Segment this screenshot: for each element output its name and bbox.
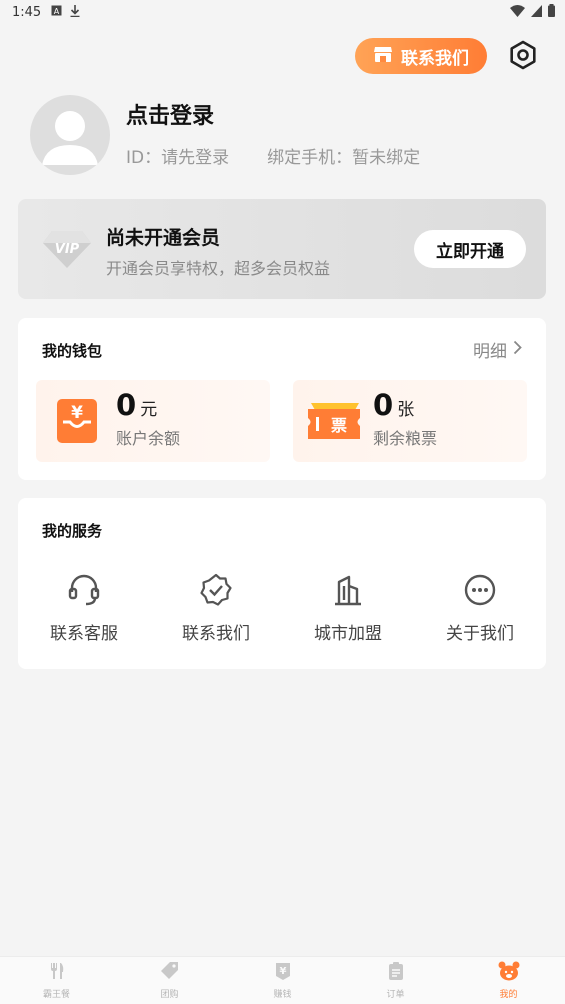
services-card: 我的服务 联系客服 联系我们 城市加盟 关于我们 xyxy=(18,498,546,669)
clipboard-icon xyxy=(386,961,406,985)
chevron-right-icon xyxy=(513,340,522,360)
wallet-detail-label: 明细 xyxy=(473,342,507,362)
status-time: 1:45 xyxy=(12,4,42,20)
balance-value: 0 元 xyxy=(116,388,157,422)
vip-badge-text: VIP xyxy=(55,242,80,257)
wifi-icon xyxy=(510,4,525,21)
store-icon xyxy=(373,45,393,68)
bottom-tab-bar: 霸王餐 团购 ¥ 赚钱 订单 我的 xyxy=(0,956,565,1004)
wallet-detail-link[interactable]: 明细 xyxy=(473,337,522,362)
svg-text:A: A xyxy=(54,7,60,16)
vip-description: 开通会员享特权，超多会员权益 xyxy=(106,259,331,278)
contact-us-button[interactable]: 联系我们 xyxy=(355,38,487,74)
tag-icon xyxy=(160,961,180,985)
tickets-amount: 0 xyxy=(373,388,394,422)
balance-amount: 0 xyxy=(116,388,137,422)
tab-label: 赚钱 xyxy=(273,990,292,1000)
wallet-yen-icon: ¥ xyxy=(56,398,98,448)
vip-title: 尚未开通会员 xyxy=(106,227,221,249)
tab-label: 霸王餐 xyxy=(42,990,70,1000)
yen-symbol: ¥ xyxy=(71,403,83,423)
bear-icon xyxy=(498,961,520,985)
bound-phone-text: 绑定手机：暂未绑定 xyxy=(267,148,421,168)
services-title: 我的服务 xyxy=(42,522,103,540)
services-grid: 联系客服 联系我们 城市加盟 关于我们 xyxy=(18,573,546,644)
service-label: 联系我们 xyxy=(182,624,250,644)
login-title[interactable]: 点击登录 xyxy=(126,98,214,130)
tickets-label: 剩余粮票 xyxy=(373,429,438,448)
more-dots-icon xyxy=(463,573,497,607)
ticket-icon: 票 xyxy=(305,400,363,446)
svg-text:¥: ¥ xyxy=(279,966,286,977)
avatar[interactable] xyxy=(30,95,110,175)
open-vip-button[interactable]: 立即开通 xyxy=(414,230,526,268)
settings-icon[interactable] xyxy=(506,38,540,72)
tab-mine[interactable]: 我的 xyxy=(452,957,565,1004)
download-icon xyxy=(70,4,80,20)
vip-diamond-icon: VIP xyxy=(42,229,92,273)
notification-a-icon: A xyxy=(51,5,62,19)
battery-icon xyxy=(548,4,555,21)
fork-knife-icon xyxy=(47,961,67,985)
tab-label: 订单 xyxy=(386,990,405,1000)
balance-label: 账户余额 xyxy=(116,429,181,448)
signal-icon xyxy=(531,4,542,21)
money-icon: ¥ xyxy=(273,961,293,985)
service-label: 关于我们 xyxy=(446,624,514,644)
tickets-value: 0 张 xyxy=(373,388,414,422)
profile-info: ID：请先登录 绑定手机：暂未绑定 xyxy=(126,143,420,168)
headset-icon xyxy=(67,573,101,607)
verified-badge-icon xyxy=(199,573,233,607)
wallet-card: 我的钱包 明细 ¥ 0 元 账户余额 票 0 张 剩余粮票 xyxy=(18,318,546,480)
user-id-text: ID：请先登录 xyxy=(126,148,230,168)
wallet-title: 我的钱包 xyxy=(42,342,103,360)
tab-earn[interactable]: ¥ 赚钱 xyxy=(226,957,339,1004)
service-city-franchise[interactable]: 城市加盟 xyxy=(282,573,414,644)
service-customer-support[interactable]: 联系客服 xyxy=(18,573,150,644)
balance-unit: 元 xyxy=(140,400,158,420)
tab-label: 我的 xyxy=(499,990,518,1000)
tab-label: 团购 xyxy=(160,990,179,1000)
service-label: 城市加盟 xyxy=(314,624,382,644)
building-icon xyxy=(331,573,365,607)
contact-us-label: 联系我们 xyxy=(401,48,469,69)
status-bar: 1:45 A xyxy=(0,0,565,24)
tab-group-buy[interactable]: 团购 xyxy=(113,957,226,1004)
tab-orders[interactable]: 订单 xyxy=(339,957,452,1004)
service-label: 联系客服 xyxy=(50,624,118,644)
service-about-us[interactable]: 关于我们 xyxy=(414,573,546,644)
balance-box[interactable]: ¥ 0 元 账户余额 xyxy=(36,380,270,462)
tickets-box[interactable]: 票 0 张 剩余粮票 xyxy=(293,380,527,462)
tickets-unit: 张 xyxy=(397,400,415,420)
service-contact-us[interactable]: 联系我们 xyxy=(150,573,282,644)
ticket-symbol: 票 xyxy=(331,416,347,435)
tab-free-meal[interactable]: 霸王餐 xyxy=(0,957,113,1004)
vip-card: VIP 尚未开通会员 开通会员享特权，超多会员权益 立即开通 xyxy=(18,199,546,299)
